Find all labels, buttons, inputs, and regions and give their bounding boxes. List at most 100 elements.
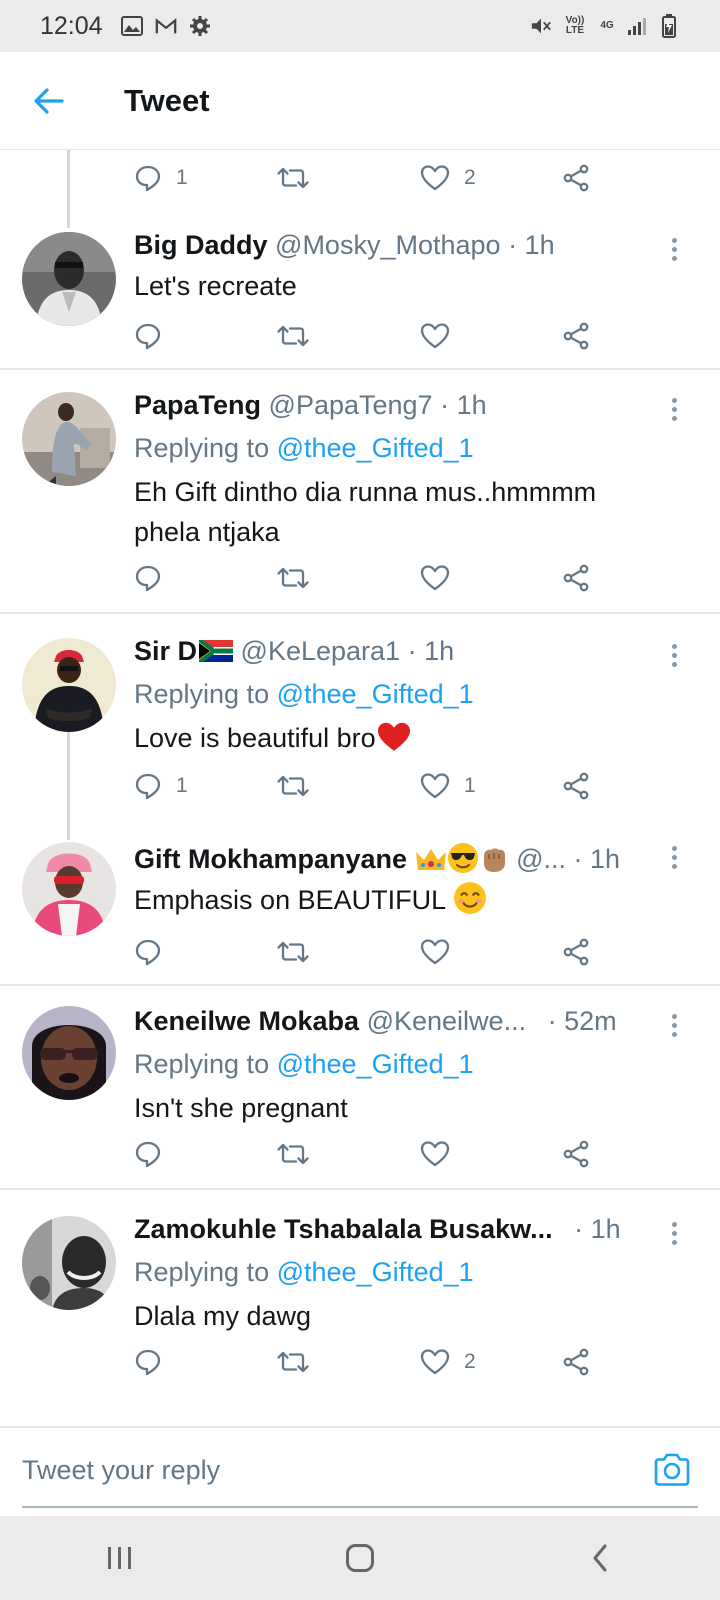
tweet-actions: 1 2 bbox=[134, 158, 614, 198]
back-button[interactable] bbox=[24, 76, 74, 126]
tweet-actions bbox=[134, 1134, 614, 1174]
replying-to-link[interactable]: @thee_Gifted_1 bbox=[277, 679, 474, 709]
sunglasses-emoji-icon bbox=[447, 843, 478, 873]
share-button[interactable] bbox=[562, 1134, 590, 1174]
reply-tweet[interactable]: Sir D @KeLepara1 · 1h Replying to @thee_… bbox=[0, 634, 720, 814]
thread-connector bbox=[67, 150, 70, 228]
reply-composer bbox=[0, 1426, 720, 1516]
replying-to-link[interactable]: @thee_Gifted_1 bbox=[277, 433, 474, 463]
divider bbox=[0, 1188, 720, 1190]
retweet-button[interactable] bbox=[276, 558, 310, 598]
more-options-button[interactable] bbox=[664, 234, 684, 264]
share-button[interactable] bbox=[562, 766, 590, 806]
author-name[interactable]: Zamokuhle Tshabalala Busakw... bbox=[134, 1214, 553, 1244]
like-button[interactable] bbox=[420, 1134, 450, 1174]
author-handle[interactable]: @Keneilwe... bbox=[367, 1006, 526, 1036]
avatar[interactable] bbox=[22, 638, 116, 732]
retweet-button[interactable] bbox=[276, 932, 310, 972]
author-handle[interactable]: @Mosky_Mothapo bbox=[275, 230, 501, 260]
reply-button[interactable] bbox=[134, 558, 162, 598]
like-count: 2 bbox=[464, 1350, 476, 1373]
camera-icon bbox=[654, 1453, 690, 1486]
retweet-icon bbox=[277, 1351, 309, 1373]
avatar[interactable] bbox=[22, 232, 116, 326]
avatar[interactable] bbox=[22, 1216, 116, 1310]
author-handle[interactable]: @KeLepara1 bbox=[241, 636, 401, 666]
reply-icon bbox=[135, 1349, 161, 1376]
reply-tweet[interactable]: Big Daddy @Mosky_Mothapo · 1h Let's recr… bbox=[0, 228, 720, 368]
share-button[interactable] bbox=[562, 316, 590, 356]
more-options-button[interactable] bbox=[664, 394, 684, 424]
like-button[interactable]: 2 bbox=[420, 158, 476, 198]
more-icon bbox=[671, 1013, 677, 1019]
reply-tweet[interactable]: Keneilwe Mokaba @Keneilwe... · 52m Reply… bbox=[0, 1004, 720, 1184]
author-name[interactable]: Sir D bbox=[134, 636, 197, 666]
retweet-button[interactable] bbox=[276, 158, 310, 198]
reply-button[interactable] bbox=[134, 1342, 162, 1382]
replying-to-link[interactable]: @thee_Gifted_1 bbox=[277, 1257, 474, 1287]
replying-to-label: Replying to bbox=[134, 679, 277, 709]
status-time: 12:04 bbox=[40, 11, 103, 40]
author-name[interactable]: Big Daddy bbox=[134, 230, 268, 260]
replying-to-label: Replying to bbox=[134, 1049, 277, 1079]
share-button[interactable] bbox=[562, 1342, 590, 1382]
reply-button[interactable] bbox=[134, 316, 162, 356]
replying-to: Replying to @thee_Gifted_1 bbox=[134, 674, 660, 714]
mute-icon bbox=[530, 15, 552, 37]
like-button[interactable] bbox=[420, 316, 450, 356]
like-button[interactable] bbox=[420, 558, 450, 598]
share-icon bbox=[563, 1348, 589, 1376]
tweet-actions: 1 1 bbox=[134, 766, 614, 806]
author-name[interactable]: PapaTeng bbox=[134, 390, 261, 420]
reply-tweet[interactable]: Zamokuhle Tshabalala Busakw... · 1h Repl… bbox=[0, 1212, 720, 1392]
reply-tweet[interactable]: PapaTeng @PapaTeng7 · 1h Replying to @th… bbox=[0, 388, 720, 610]
retweet-icon bbox=[277, 325, 309, 347]
retweet-icon bbox=[277, 775, 309, 797]
reply-button[interactable] bbox=[134, 932, 162, 972]
share-icon bbox=[563, 772, 589, 800]
retweet-button[interactable] bbox=[276, 1342, 310, 1382]
share-button[interactable] bbox=[562, 158, 590, 198]
tweet-time: · 1h bbox=[508, 230, 555, 260]
reply-input[interactable] bbox=[22, 1448, 582, 1492]
share-button[interactable] bbox=[562, 932, 590, 972]
divider bbox=[0, 612, 720, 614]
replying-to-link[interactable]: @thee_Gifted_1 bbox=[277, 1049, 474, 1079]
recents-button[interactable] bbox=[90, 1528, 150, 1588]
more-options-button[interactable] bbox=[664, 1218, 684, 1248]
like-icon bbox=[420, 1141, 450, 1167]
camera-button[interactable] bbox=[652, 1450, 692, 1490]
reply-button[interactable]: 1 bbox=[134, 766, 188, 806]
author-name[interactable]: Keneilwe Mokaba bbox=[134, 1006, 359, 1036]
author-handle[interactable]: @PapaTeng7 bbox=[269, 390, 433, 420]
share-button[interactable] bbox=[562, 558, 590, 598]
system-nav-bar bbox=[0, 1516, 720, 1600]
avatar[interactable] bbox=[22, 842, 116, 936]
retweet-button[interactable] bbox=[276, 1134, 310, 1174]
nav-back-button[interactable] bbox=[570, 1528, 630, 1588]
share-icon bbox=[563, 164, 589, 192]
replying-to: Replying to @thee_Gifted_1 bbox=[134, 1252, 660, 1292]
retweet-button[interactable] bbox=[276, 766, 310, 806]
tweet-header: Zamokuhle Tshabalala Busakw... · 1h bbox=[134, 1212, 660, 1246]
like-button[interactable]: 2 bbox=[420, 1342, 476, 1382]
like-button[interactable] bbox=[420, 932, 450, 972]
reply-button[interactable]: 1 bbox=[134, 158, 188, 198]
tweet-text: Isn't she pregnant bbox=[134, 1093, 348, 1123]
like-icon bbox=[420, 1349, 450, 1375]
reply-tweet[interactable]: Gift Mokhampanyane @... · 1h Emphasis on… bbox=[0, 842, 720, 982]
avatar[interactable] bbox=[22, 1006, 116, 1100]
author-handle[interactable]: @... bbox=[516, 844, 566, 874]
battery-icon bbox=[658, 14, 680, 38]
author-name[interactable]: Gift Mokhampanyane bbox=[134, 844, 407, 874]
more-options-button[interactable] bbox=[664, 842, 684, 872]
tweet-text: Love is beautiful bro bbox=[134, 718, 660, 758]
avatar[interactable] bbox=[22, 392, 116, 486]
like-button[interactable]: 1 bbox=[420, 766, 476, 806]
more-options-button[interactable] bbox=[664, 640, 684, 670]
home-button[interactable] bbox=[330, 1528, 390, 1588]
more-icon bbox=[671, 845, 677, 851]
more-options-button[interactable] bbox=[664, 1010, 684, 1040]
retweet-button[interactable] bbox=[276, 316, 310, 356]
reply-button[interactable] bbox=[134, 1134, 162, 1174]
